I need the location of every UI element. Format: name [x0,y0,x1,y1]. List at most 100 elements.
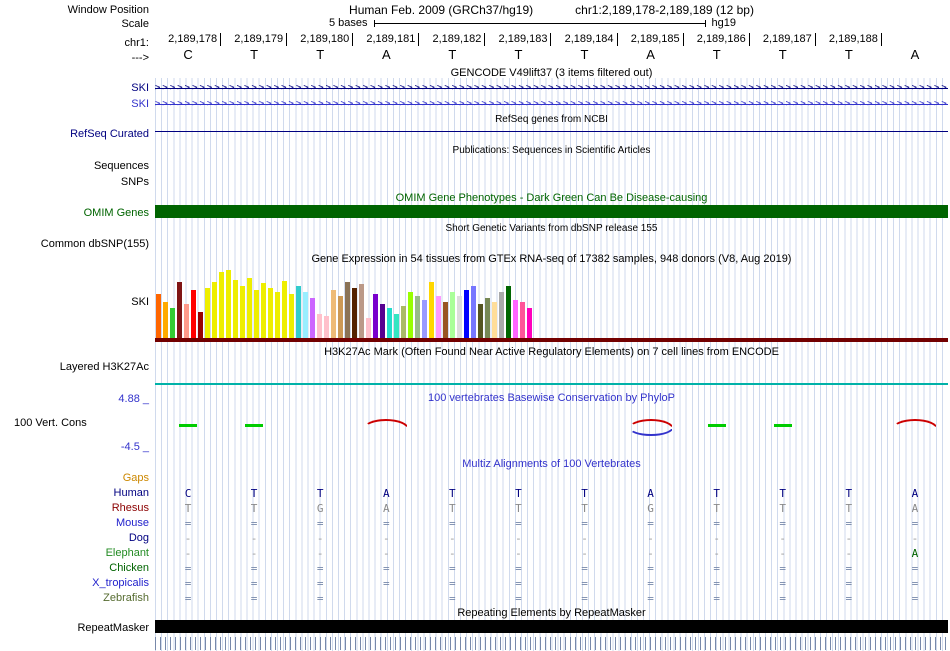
conservation-positive-bar[interactable] [179,424,198,427]
species-label-rhesus[interactable]: Rhesus [112,501,149,516]
gtex-tissue-bar[interactable] [219,272,224,338]
gtex-tissue-bar[interactable] [247,278,252,338]
repeatmasker-label[interactable]: RepeatMasker [77,621,149,635]
species-label-chicken[interactable]: Chicken [109,561,149,576]
gtex-tissue-bar[interactable] [170,308,175,338]
layered-h3k27ac-label[interactable]: Layered H3K27Ac [60,360,149,374]
gtex-tissue-bar[interactable] [352,288,357,338]
dbsnp-track-title[interactable]: Short Genetic Variants from dbSNP releas… [155,223,948,234]
gtex-tissue-bar[interactable] [387,308,392,338]
gene-label-ski-2[interactable]: SKI [131,97,149,111]
species-label-gaps[interactable]: Gaps [123,471,149,486]
species-label-elephant[interactable]: Elephant [106,546,149,561]
gtex-tissue-bar[interactable] [366,318,371,338]
omim-gene-bar[interactable] [155,205,948,218]
ruler-position-cell[interactable]: 2,189,179 [221,33,288,46]
multiz-track-title[interactable]: Multiz Alignments of 100 Vertebrates [155,458,948,470]
ruler-position-cell[interactable]: 2,189,178 [155,33,222,46]
gtex-tissue-bar[interactable] [373,294,378,338]
gene-model-ski-2[interactable]: >>>>>>>>>>>>>>>>>>>>>>>>>>>>>>>>>>>>>>>>… [155,98,948,110]
gencode-track-title[interactable]: GENCODE V49lift37 (3 items filtered out) [155,67,948,79]
gtex-tissue-bar[interactable] [492,302,497,338]
gtex-tissue-bar[interactable] [310,298,315,338]
gtex-tissue-bar[interactable] [240,286,245,338]
gtex-tissue-bar[interactable] [450,292,455,338]
gtex-tissue-bar[interactable] [289,294,294,338]
gtex-gene-label[interactable]: SKI [131,295,149,309]
gene-model-ski-1[interactable]: >>>>>>>>>>>>>>>>>>>>>>>>>>>>>>>>>>>>>>>>… [155,82,948,94]
gtex-tissue-bar[interactable] [226,270,231,338]
gtex-bar-chart[interactable] [156,270,534,338]
gtex-tissue-bar[interactable] [317,314,322,338]
snps-label[interactable]: SNPs [121,175,149,189]
h3k27ac-track-title[interactable]: H3K27Ac Mark (Often Found Near Active Re… [155,346,948,358]
h3k27ac-signal-line[interactable] [155,383,948,385]
publications-track-title[interactable]: Publications: Sequences in Scientific Ar… [155,145,948,156]
gtex-tissue-bar[interactable] [233,280,238,338]
species-label-zebrafish[interactable]: Zebrafish [103,591,149,606]
gtex-tissue-bar[interactable] [464,290,469,338]
gtex-tissue-bar[interactable] [436,296,441,338]
gtex-tissue-bar[interactable] [184,304,189,338]
gtex-track-title[interactable]: Gene Expression in 54 tissues from GTEx … [155,253,948,265]
species-label-dog[interactable]: Dog [129,531,149,546]
gene-label-ski-1[interactable]: SKI [131,81,149,95]
conservation-positive-bar[interactable] [707,424,726,427]
gtex-tissue-bar[interactable] [401,306,406,338]
gtex-tissue-bar[interactable] [429,282,434,338]
gtex-tissue-bar[interactable] [485,298,490,338]
ruler-position-cell[interactable]: 2,189,181 [353,33,420,46]
ruler-position-cell[interactable]: 2,189,185 [618,33,684,46]
gtex-tissue-bar[interactable] [163,302,168,338]
gtex-tissue-bar[interactable] [471,286,476,338]
refseq-curated-label[interactable]: RefSeq Curated [70,127,149,141]
ruler-position-cell[interactable]: 2,189,186 [684,33,750,46]
gtex-tissue-bar[interactable] [408,292,413,338]
gtex-tissue-bar[interactable] [478,304,483,338]
refseq-track-line[interactable] [155,131,948,132]
gtex-tissue-bar[interactable] [296,286,301,338]
gtex-tissue-bar[interactable] [338,296,343,338]
common-dbsnp-label[interactable]: Common dbSNP(155) [41,237,149,251]
ruler-position-cell[interactable]: 2,189,183 [485,33,552,46]
gtex-tissue-bar[interactable] [415,296,420,338]
gtex-tissue-bar[interactable] [345,282,350,338]
gtex-tissue-bar[interactable] [268,288,273,338]
gtex-tissue-bar[interactable] [282,281,287,338]
gtex-tissue-bar[interactable] [359,284,364,338]
gtex-tissue-bar[interactable] [198,312,203,338]
gtex-tissue-bar[interactable] [261,283,266,338]
ruler-position-cell[interactable]: 2,189,188 [816,33,882,46]
gtex-tissue-bar[interactable] [156,294,161,338]
gtex-tissue-bar[interactable] [303,292,308,338]
gtex-tissue-bar[interactable] [275,292,280,338]
ruler-position-cell[interactable]: 2,189,182 [419,33,486,46]
omim-track-title[interactable]: OMIM Gene Phenotypes - Dark Green Can Be… [155,192,948,204]
gtex-tissue-bar[interactable] [506,286,511,338]
ruler-position-cell[interactable]: 2,189,184 [551,33,618,46]
conservation-positive-bar[interactable] [773,424,792,427]
gtex-tissue-bar[interactable] [191,290,196,338]
species-label-human[interactable]: Human [114,486,149,501]
gtex-tissue-bar[interactable] [513,300,518,338]
gtex-tissue-bar[interactable] [254,290,259,338]
gtex-tissue-bar[interactable] [520,302,525,338]
species-label-x_tropicalis[interactable]: X_tropicalis [92,576,149,591]
gtex-tissue-bar[interactable] [443,302,448,338]
gtex-tissue-bar[interactable] [422,300,427,338]
gtex-tissue-bar[interactable] [212,282,217,338]
ruler-position-cell[interactable]: 2,189,187 [750,33,816,46]
gtex-tissue-bar[interactable] [394,314,399,338]
sequences-label[interactable]: Sequences [94,159,149,173]
gtex-tissue-bar[interactable] [205,288,210,338]
gtex-tissue-bar[interactable] [457,296,462,338]
species-label-mouse[interactable]: Mouse [116,516,149,531]
phylop-track-title[interactable]: 100 vertebrates Basewise Conservation by… [155,392,948,404]
gtex-tissue-bar[interactable] [177,282,182,338]
gtex-gene-model-line[interactable] [155,338,948,342]
gtex-tissue-bar[interactable] [499,292,504,338]
ruler-position-cell[interactable]: 2,189,180 [287,33,354,46]
refseq-track-title[interactable]: RefSeq genes from NCBI [155,114,948,125]
repeatmasker-track-title[interactable]: Repeating Elements by RepeatMasker [155,607,948,619]
gtex-tissue-bar[interactable] [331,290,336,338]
